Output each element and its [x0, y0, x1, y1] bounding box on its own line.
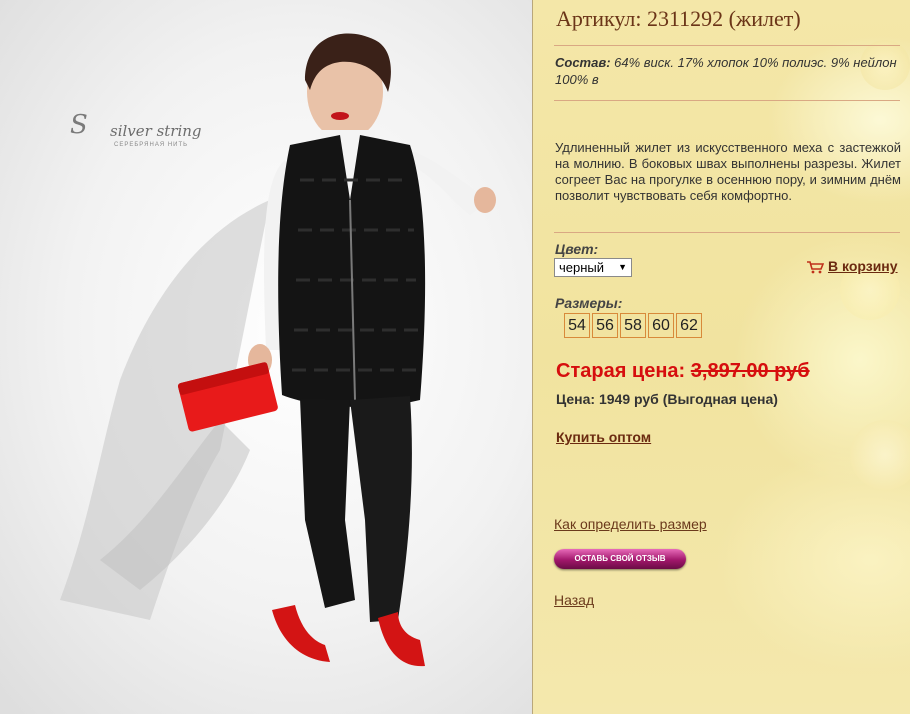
model-illustration	[60, 33, 496, 667]
logo-name: silver string	[110, 122, 202, 140]
chevron-down-icon: ▼	[618, 262, 627, 272]
brand-logo: S silver string СЕРЕБРЯНАЯ НИТЬ	[70, 110, 210, 160]
leave-review-button[interactable]: ОСТАВЬ СВОЙ ОТЗЫВ	[554, 549, 686, 569]
color-label: Цвет:	[555, 241, 599, 257]
size-option[interactable]: 62	[676, 313, 702, 338]
product-description: Удлиненный жилет из искусственного меха …	[555, 140, 901, 203]
logo-subtitle: СЕРЕБРЯНАЯ НИТЬ	[114, 142, 189, 148]
background-flower	[850, 420, 910, 490]
cart-icon	[807, 261, 825, 274]
product-photo[interactable]: S silver string СЕРЕБРЯНАЯ НИТЬ	[0, 0, 533, 714]
current-price: Цена: 1949 руб (Выгодная цена)	[556, 391, 778, 407]
divider	[554, 232, 900, 233]
size-option[interactable]: 56	[592, 313, 618, 338]
old-price: Старая цена: 3,897.00 руб	[556, 360, 810, 383]
size-list: 54 56 58 60 62	[564, 313, 702, 338]
buy-wholesale-link[interactable]: Купить оптом	[556, 429, 651, 445]
color-select[interactable]: черный ▼	[554, 258, 632, 277]
logo-monogram: S	[70, 110, 88, 140]
old-price-value: 3,897.00 руб	[690, 360, 810, 382]
add-to-cart-label: В корзину	[828, 258, 898, 274]
size-option[interactable]: 58	[620, 313, 646, 338]
sizes-label: Размеры:	[555, 295, 623, 311]
size-option[interactable]: 54	[564, 313, 590, 338]
size-guide-link[interactable]: Как определить размер	[554, 516, 707, 532]
size-option[interactable]: 60	[648, 313, 674, 338]
add-to-cart-link[interactable]: В корзину	[806, 258, 898, 274]
back-link[interactable]: Назад	[554, 592, 594, 608]
divider	[554, 100, 900, 101]
product-title: Артикул: 2311292 (жилет)	[556, 6, 801, 31]
old-price-label: Старая цена:	[556, 360, 691, 382]
composition-label: Состав:	[555, 55, 611, 70]
composition-text: Состав: 64% виск. 17% хлопок 10% полиэс.…	[555, 54, 901, 88]
divider	[554, 45, 900, 46]
color-select-value: черный	[559, 260, 605, 275]
